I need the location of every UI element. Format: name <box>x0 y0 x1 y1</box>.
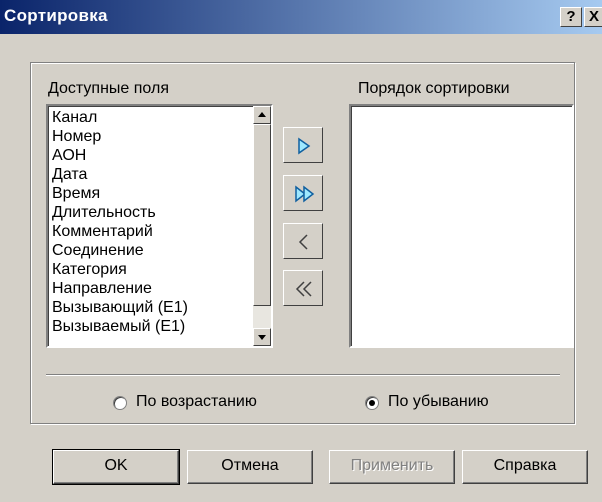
add-all-fields-button[interactable] <box>283 175 323 211</box>
close-button[interactable]: X <box>584 7 602 27</box>
apply-button: Применить <box>329 450 455 484</box>
ok-button[interactable]: OK <box>52 449 180 485</box>
arrow-up-icon <box>258 112 266 117</box>
window-title: Сортировка <box>4 6 108 25</box>
list-item[interactable]: Время <box>50 184 251 203</box>
descending-label[interactable]: По убыванию <box>388 393 489 411</box>
sort-order-list[interactable] <box>349 104 574 348</box>
help-dialog-button[interactable]: Справка <box>462 450 588 484</box>
list-item[interactable]: Вызывающий (E1) <box>50 298 251 317</box>
available-scrollbar[interactable] <box>253 106 271 346</box>
add-field-button[interactable] <box>283 127 323 163</box>
list-item-partial[interactable]: Вызываемый (E1) <box>50 317 251 336</box>
list-item[interactable]: Дата <box>50 165 251 184</box>
radio-selected-dot <box>369 400 375 406</box>
remove-field-button[interactable] <box>283 223 323 259</box>
list-item[interactable]: Комментарий <box>50 222 251 241</box>
list-item[interactable]: Направление <box>50 279 251 298</box>
list-item[interactable]: Категория <box>50 260 251 279</box>
list-item[interactable]: Канал <box>50 108 251 127</box>
sort-order-label: Порядок сортировки <box>358 80 510 97</box>
arrow-down-icon <box>258 335 266 340</box>
ascending-radio[interactable] <box>113 396 127 410</box>
list-item[interactable]: Длительность <box>50 203 251 222</box>
cancel-button[interactable]: Отмена <box>187 450 313 484</box>
title-bar: Сортировка ? X <box>0 0 602 34</box>
scroll-down-button[interactable] <box>253 328 271 346</box>
help-button[interactable]: ? <box>560 7 582 27</box>
remove-all-fields-button[interactable] <box>283 270 323 306</box>
arrow-right-icon <box>298 137 311 155</box>
list-item[interactable]: АОН <box>50 146 251 165</box>
available-fields-list[interactable]: Канал Номер АОН Дата Время Длительность Коммен… <box>46 104 273 348</box>
available-fields-label: Доступные поля <box>48 80 169 97</box>
ascending-label[interactable]: По возрастанию <box>136 393 257 411</box>
scroll-thumb[interactable] <box>253 124 271 306</box>
double-arrow-right-icon <box>295 185 315 203</box>
list-item[interactable]: Соединение <box>50 241 251 260</box>
scroll-up-button[interactable] <box>253 106 271 124</box>
arrow-left-icon <box>298 234 308 250</box>
separator <box>46 374 560 376</box>
descending-radio[interactable] <box>365 396 379 410</box>
list-item[interactable]: Номер <box>50 127 251 146</box>
double-arrow-left-icon <box>295 281 312 297</box>
